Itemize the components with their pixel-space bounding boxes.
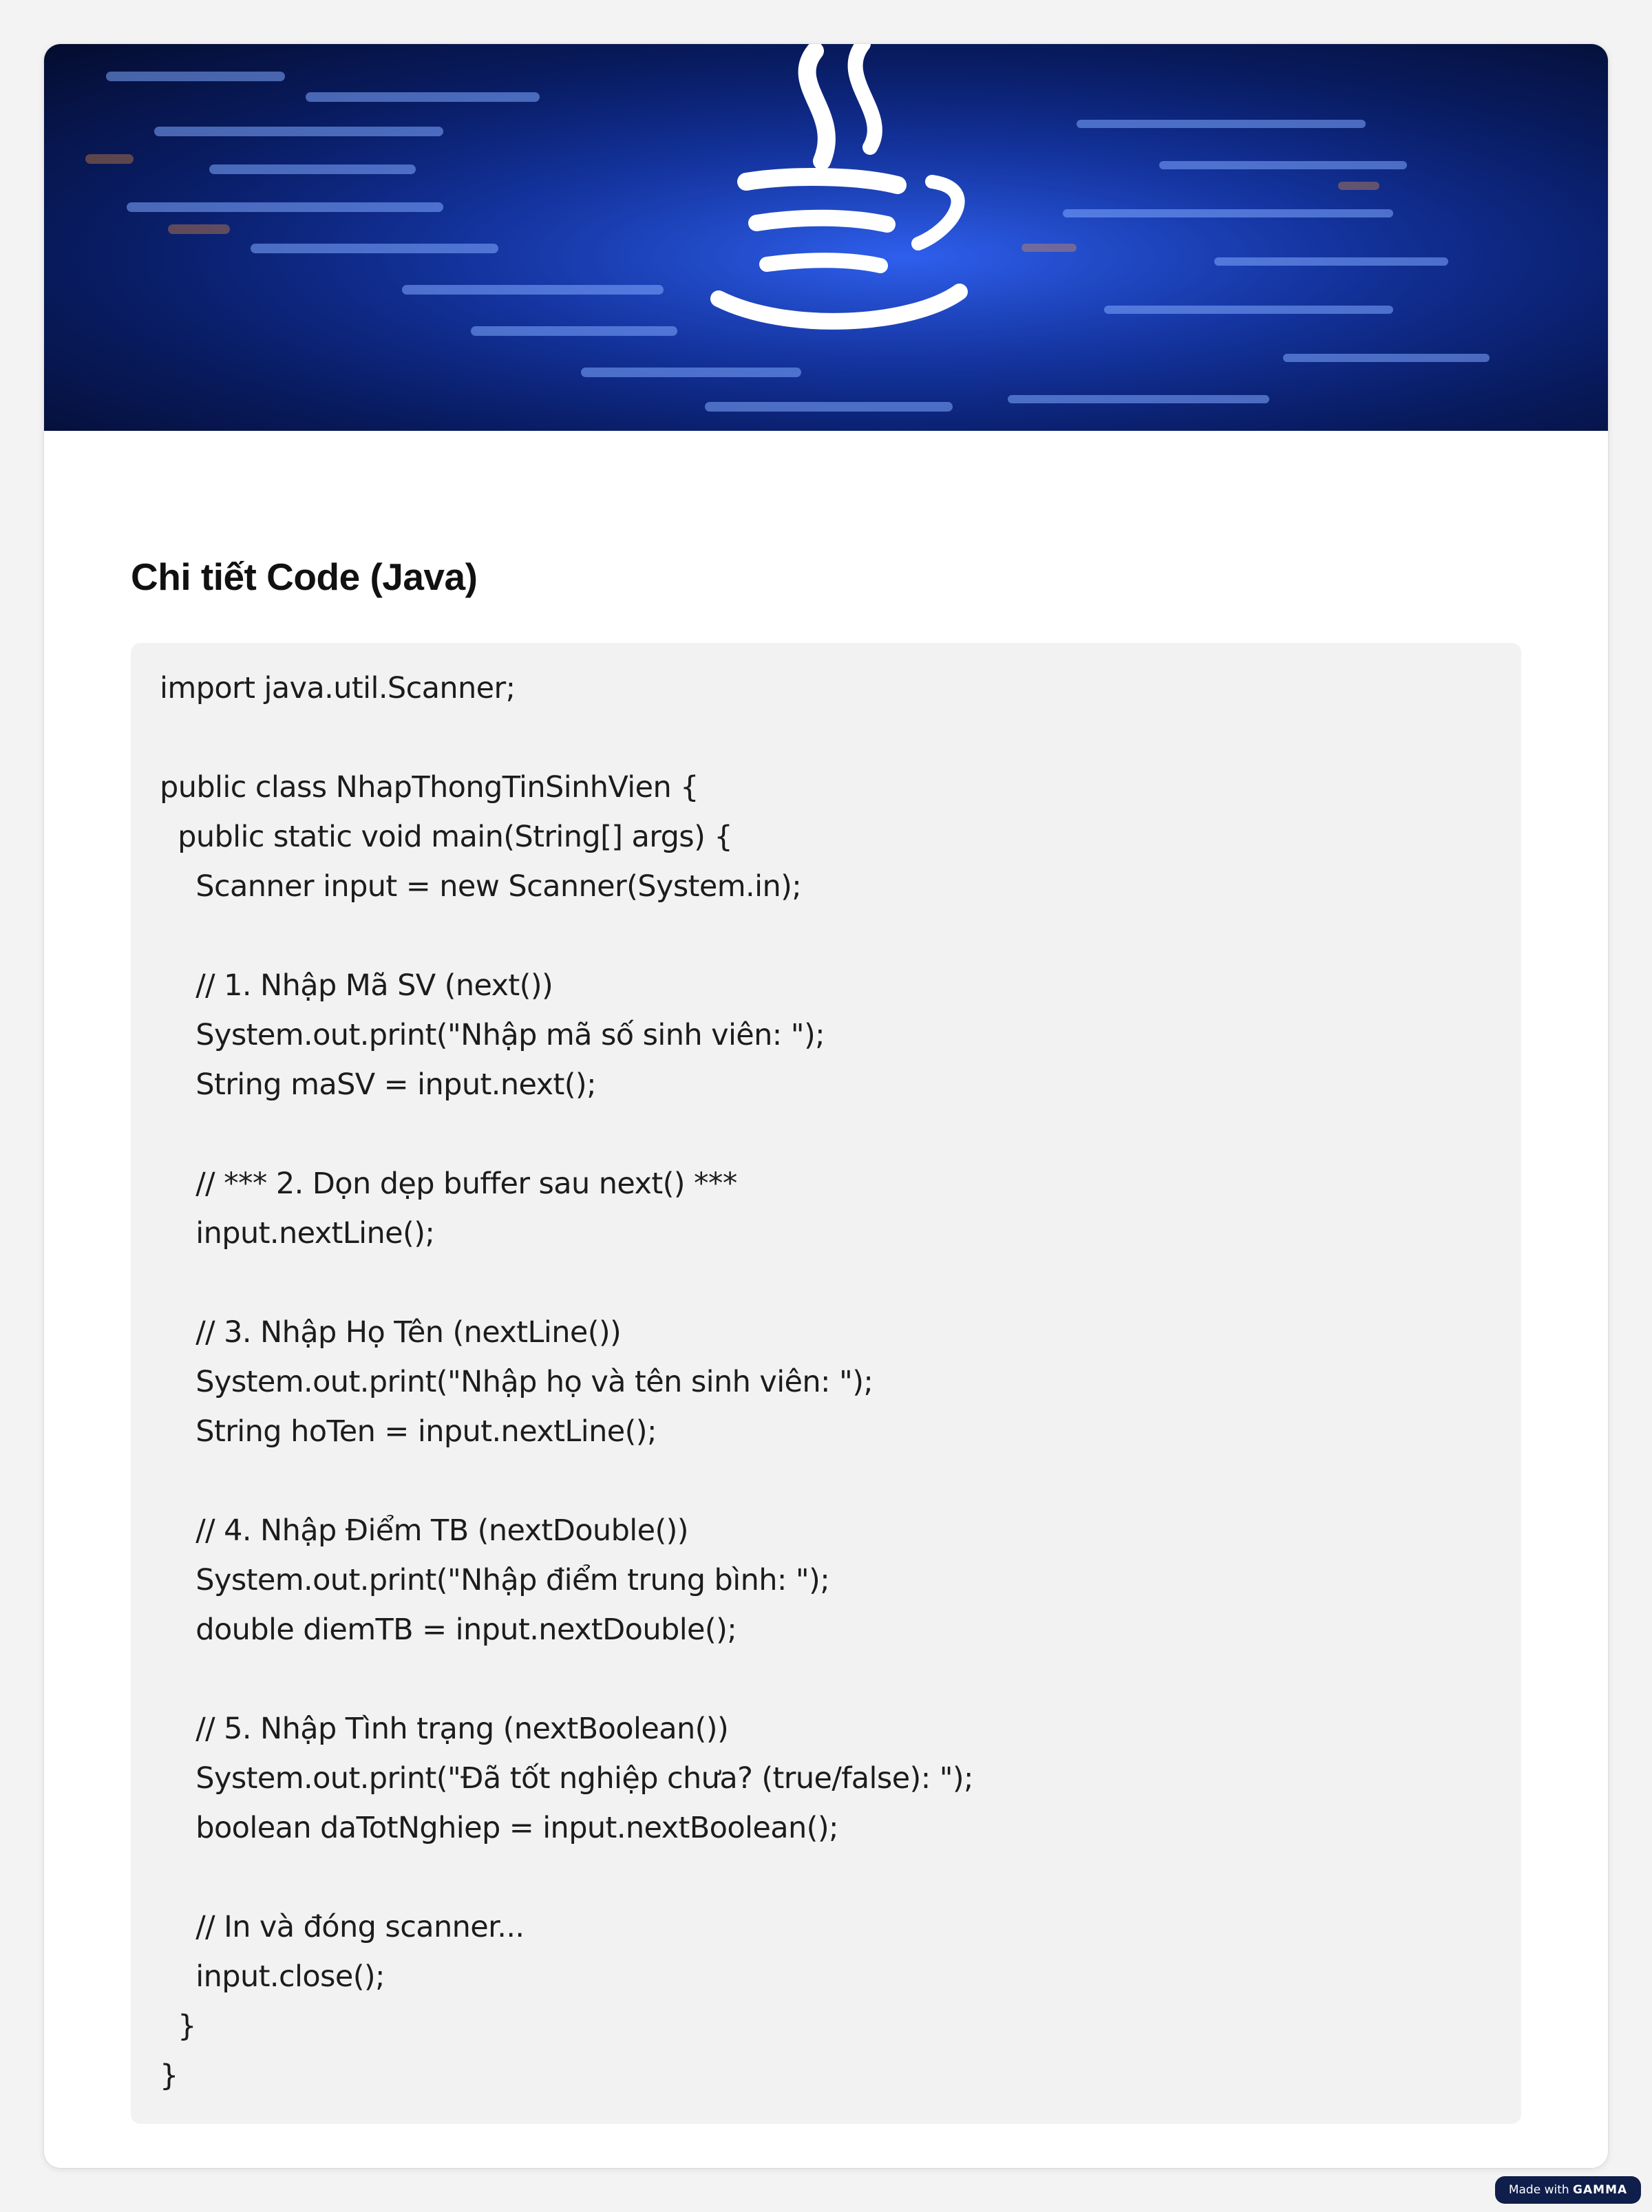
code-line: import java.util.Scanner; <box>160 671 516 705</box>
code-line: Scanner input = new Scanner(System.in); <box>160 869 802 904</box>
code-line: // *** 2. Dọn dẹp buffer sau next() *** <box>160 1167 737 1201</box>
code-line: double diemTB = input.nextDouble(); <box>160 1613 737 1647</box>
code-line: input.close(); <box>160 1959 385 1994</box>
code-line: boolean daTotNghiep = input.nextBoolean(… <box>160 1811 838 1845</box>
slide-card: Chi tiết Code (Java) import java.util.Sc… <box>44 44 1608 2168</box>
code-line: // 1. Nhập Mã SV (next()) <box>160 968 553 1003</box>
hero-image <box>44 44 1608 431</box>
gamma-logo-text: GAMMA <box>1573 2183 1628 2197</box>
code-line: System.out.print("Đã tốt nghiệp chưa? (t… <box>160 1761 973 1796</box>
code-line: // 4. Nhập Điểm TB (nextDouble()) <box>160 1513 688 1548</box>
made-with-gamma-badge[interactable]: Made with GAMMA <box>1495 2176 1641 2204</box>
code-line: // In và đóng scanner... <box>160 1910 525 1944</box>
code-line: public class NhapThongTinSinhVien { <box>160 770 699 805</box>
code-line: System.out.print("Nhập mã số sinh viên: … <box>160 1018 825 1052</box>
code-line: String maSV = input.next(); <box>160 1067 596 1102</box>
section-title: Chi tiết Code (Java) <box>131 555 478 598</box>
code-line: } <box>160 2059 178 2093</box>
code-line: input.nextLine(); <box>160 1216 435 1251</box>
code-line: } <box>160 2009 196 2043</box>
code-line: String hoTen = input.nextLine(); <box>160 1414 657 1449</box>
code-line: public static void main(String[] args) { <box>160 820 733 854</box>
code-line: // 5. Nhập Tình trạng (nextBoolean()) <box>160 1712 729 1746</box>
code-block: import java.util.Scanner; public class N… <box>131 643 1521 2124</box>
badge-prefix: Made with <box>1508 2183 1569 2197</box>
code-line: System.out.print("Nhập họ và tên sinh vi… <box>160 1365 873 1399</box>
code-line: System.out.print("Nhập điểm trung bình: … <box>160 1563 830 1597</box>
code-line: // 3. Nhập Họ Tên (nextLine()) <box>160 1315 622 1350</box>
